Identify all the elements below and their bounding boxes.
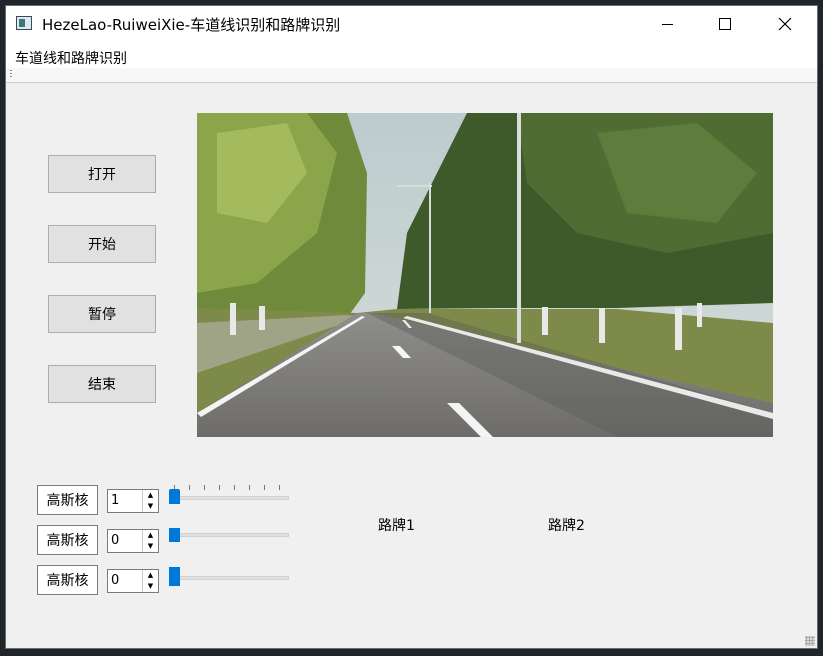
spin-down-icon[interactable]: ▼	[143, 501, 158, 512]
spin-arrows-3: ▲ ▼	[142, 570, 158, 592]
gaussian-kernel-label-3: 高斯核	[37, 565, 98, 595]
gaussian-kernel-slider-2[interactable]	[169, 525, 289, 545]
toolbar-grip-icon[interactable]	[10, 70, 12, 78]
spin-up-icon[interactable]: ▲	[143, 530, 158, 541]
slider-handle[interactable]	[169, 567, 180, 586]
stop-button[interactable]: 结束	[48, 365, 156, 403]
minimize-icon	[661, 23, 673, 25]
gaussian-kernel-spinbox-1[interactable]: 1 ▲ ▼	[107, 489, 159, 513]
gaussian-kernel-slider-1[interactable]	[169, 485, 289, 505]
spinbox-value-1: 1	[111, 493, 120, 508]
window-title: HezeLao-RuiweiXie-车道线识别和路牌识别	[42, 16, 341, 34]
gaussian-kernel-label-2: 高斯核	[37, 525, 98, 555]
spin-up-icon[interactable]: ▲	[143, 490, 158, 501]
spinbox-value-2: 0	[111, 533, 120, 548]
close-button[interactable]	[756, 6, 814, 42]
main-window: HezeLao-RuiweiXie-车道线识别和路牌识别 车道线和路牌识别 打开…	[5, 5, 818, 649]
central-widget: 打开 开始 暂停 结束 高斯核 1 ▲ ▼ 高斯核 0 ▲ ▼ 高斯核 0 ▲ …	[6, 83, 817, 648]
title-bar[interactable]: HezeLao-RuiweiXie-车道线识别和路牌识别	[6, 6, 817, 42]
start-button[interactable]: 开始	[48, 225, 156, 263]
spin-down-icon[interactable]: ▼	[143, 581, 158, 592]
spin-arrows-2: ▲ ▼	[142, 530, 158, 552]
slider-tick	[234, 485, 235, 490]
slider-tick	[264, 485, 265, 490]
gaussian-kernel-spinbox-2[interactable]: 0 ▲ ▼	[107, 529, 159, 553]
open-button[interactable]: 打开	[48, 155, 156, 193]
spin-up-icon[interactable]: ▲	[143, 570, 158, 581]
gaussian-kernel-spinbox-3[interactable]: 0 ▲ ▼	[107, 569, 159, 593]
minimize-button[interactable]	[638, 6, 696, 42]
slider-handle[interactable]	[169, 528, 180, 542]
gaussian-kernel-label-1: 高斯核	[37, 485, 98, 515]
slider-tick	[204, 485, 205, 490]
spinbox-value-3: 0	[111, 573, 120, 588]
resize-grip-icon[interactable]	[805, 636, 815, 646]
pause-button[interactable]: 暂停	[48, 295, 156, 333]
gaussian-kernel-slider-3[interactable]	[169, 567, 289, 587]
slider-groove	[169, 533, 289, 537]
menu-bar: 车道线和路牌识别	[6, 42, 817, 68]
slider-tick	[189, 485, 190, 490]
maximize-icon	[719, 18, 731, 30]
slider-tick	[279, 485, 280, 490]
spin-arrows-1: ▲ ▼	[142, 490, 158, 512]
sign-label-2: 路牌2	[548, 518, 585, 534]
toolbar	[6, 68, 817, 83]
video-display	[197, 113, 773, 437]
slider-groove	[169, 496, 289, 500]
sign-label-1: 路牌1	[378, 518, 415, 534]
slider-tick	[219, 485, 220, 490]
close-icon	[778, 17, 792, 31]
slider-handle[interactable]	[169, 489, 180, 504]
menu-item-lane-sign[interactable]: 车道线和路牌识别	[15, 48, 127, 68]
slider-tick	[249, 485, 250, 490]
slider-groove	[169, 576, 289, 580]
road-video-frame-icon	[197, 113, 773, 437]
spin-down-icon[interactable]: ▼	[143, 541, 158, 552]
app-icon	[16, 16, 32, 30]
maximize-button[interactable]	[696, 6, 754, 42]
